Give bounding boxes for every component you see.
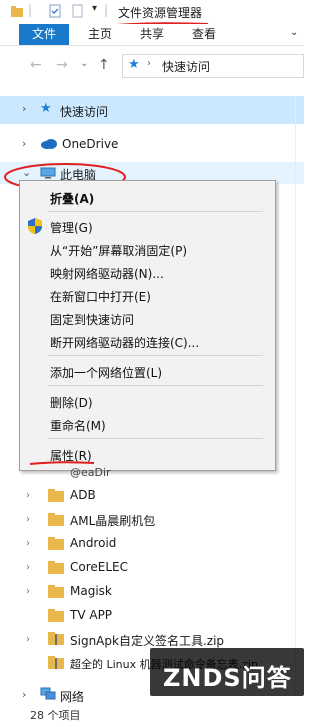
forward-arrow-icon[interactable]: →	[56, 57, 68, 73]
folder-label[interactable]: Magisk	[70, 584, 112, 598]
title-divider-2: |	[104, 3, 109, 17]
up-arrow-icon[interactable]: ↑	[98, 57, 110, 73]
menu-item-unpin-start[interactable]: 从“开始”屏幕取消固定(P)	[50, 242, 187, 259]
folder-label[interactable]: CoreELEC	[70, 560, 128, 574]
menu-separator	[48, 438, 263, 439]
tab-view[interactable]: 查看	[184, 24, 224, 45]
chevron-right-icon[interactable]: ›	[22, 688, 26, 701]
zip-folder-icon	[48, 656, 64, 669]
folder-icon	[48, 609, 64, 622]
title-divider: |	[28, 3, 33, 17]
menu-item-map-network-drive[interactable]: 映射网络驱动器(N)...	[50, 265, 164, 282]
tab-home[interactable]: 主页	[80, 24, 120, 45]
star-icon: ★	[40, 101, 52, 116]
ribbon-expand-icon[interactable]: ⌄	[290, 27, 298, 38]
folder-icon	[48, 585, 64, 598]
chevron-right-icon[interactable]: ›	[22, 137, 26, 150]
menu-item-rename[interactable]: 重命名(M)	[50, 417, 106, 434]
recent-locations-icon[interactable]: ⌄	[80, 58, 88, 69]
menu-separator	[48, 211, 263, 212]
folder-label[interactable]: TV APP	[70, 608, 112, 622]
tab-file[interactable]: 文件	[19, 24, 69, 45]
folder-label[interactable]: AML晶晨刷机包	[70, 512, 155, 529]
address-location: 快速访问	[162, 60, 211, 74]
back-arrow-icon[interactable]: ←	[30, 57, 42, 73]
chevron-right-icon[interactable]: ›	[26, 538, 30, 549]
menu-item-open-new-window[interactable]: 在新窗口中打开(E)	[50, 288, 151, 305]
folder-icon	[48, 561, 64, 574]
folder-label[interactable]: ADB	[70, 488, 96, 502]
zip-label[interactable]: SignApk自定义签名工具.zip	[70, 632, 224, 649]
chevron-right-icon[interactable]: ›	[26, 634, 30, 645]
folder-icon	[48, 489, 64, 502]
window-title: 文件资源管理器	[118, 6, 203, 20]
properties-icon[interactable]	[48, 4, 62, 18]
chevron-right-icon[interactable]: ›	[26, 514, 30, 525]
network-icon	[40, 687, 56, 700]
cloud-icon	[41, 139, 57, 149]
chevron-right-icon[interactable]: ›	[26, 562, 30, 573]
chevron-right-icon[interactable]: ›	[22, 102, 26, 115]
nav-label-quick-access: 快速访问	[60, 105, 109, 119]
folder-icon	[48, 513, 64, 526]
shield-icon	[28, 218, 42, 234]
watermark-text: ZNDS问答	[163, 664, 292, 692]
menu-item-add-network-location[interactable]: 添加一个网络位置(L)	[50, 364, 162, 381]
menu-separator	[48, 355, 263, 356]
item-count: 28 个项目	[30, 709, 81, 722]
menu-item-delete[interactable]: 删除(D)	[50, 394, 93, 411]
zip-folder-icon	[48, 632, 64, 645]
menu-separator	[48, 385, 263, 386]
chevron-right-icon[interactable]: ›	[26, 490, 30, 501]
scrollbar-track[interactable]	[295, 96, 296, 696]
nav-label-network[interactable]: 网络	[60, 688, 84, 705]
folder-label[interactable]: Android	[70, 536, 116, 550]
folder-label-partial: @eaDir	[70, 466, 111, 479]
folder-icon	[11, 6, 23, 17]
chevron-right-icon[interactable]: ›	[26, 586, 30, 597]
menu-item-collapse[interactable]: 折叠(A)	[50, 190, 94, 207]
new-folder-icon[interactable]	[70, 4, 84, 18]
breadcrumb-separator-icon: ›	[147, 58, 151, 69]
menu-item-pin-quick-access[interactable]: 固定到快速访问	[50, 311, 134, 328]
nav-label-onedrive: OneDrive	[62, 137, 119, 151]
customize-quick-access-icon[interactable]: ▾	[92, 3, 97, 14]
folder-icon	[48, 537, 64, 550]
tab-share[interactable]: 共享	[132, 24, 172, 45]
menu-item-disconnect-drive[interactable]: 断开网络驱动器的连接(C)...	[50, 334, 199, 351]
menu-item-manage[interactable]: 管理(G)	[50, 219, 93, 236]
star-icon: ★	[128, 57, 140, 72]
